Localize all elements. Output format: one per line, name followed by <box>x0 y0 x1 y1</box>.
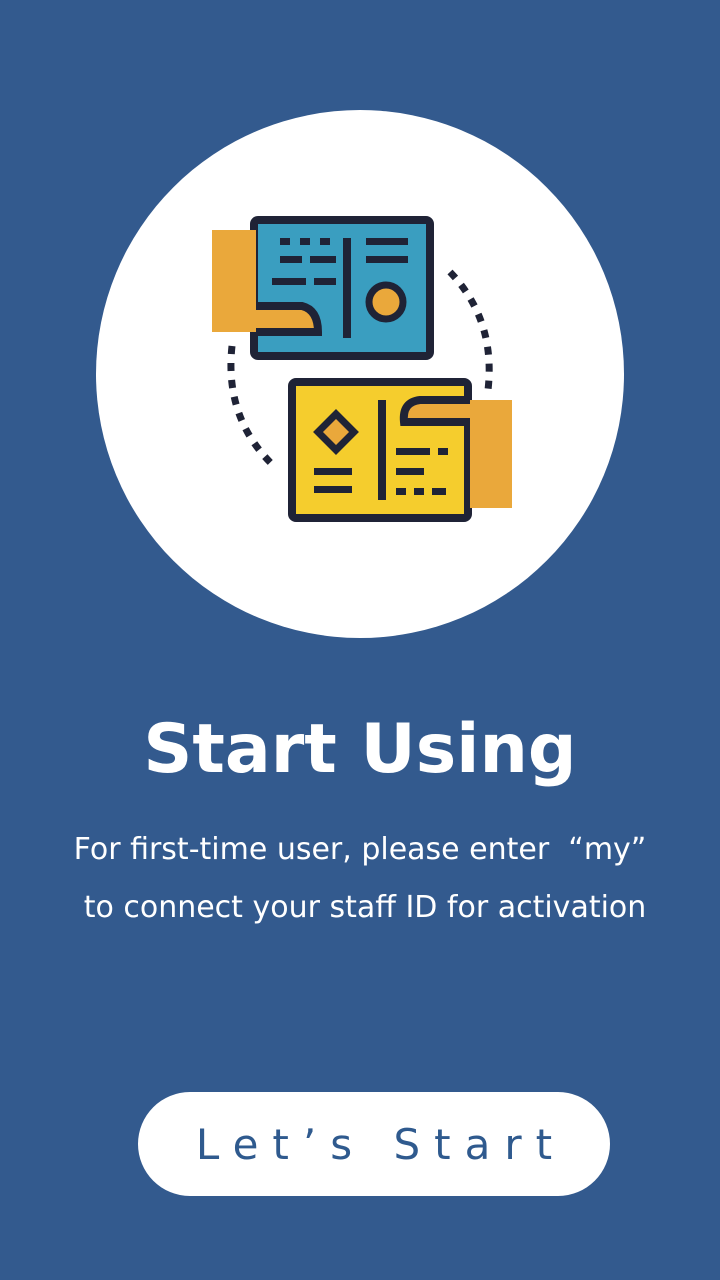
description-line-1: For first-time user, please enter “my” <box>73 832 647 867</box>
yellow-id-card <box>288 378 512 522</box>
lets-start-button[interactable]: Let’s Start <box>138 1092 610 1196</box>
exchange-arc-left <box>227 345 279 471</box>
exchange-arc-right <box>447 269 493 391</box>
page-title: Start Using <box>143 710 577 789</box>
start-screen: Start Using For first-time user, please … <box>0 0 720 1280</box>
id-card-exchange-icon <box>212 216 512 522</box>
description-line-2: to connect your staff ID for activation <box>83 890 647 925</box>
lets-start-label: Let’s Start <box>195 1119 567 1169</box>
blue-id-card <box>212 216 434 360</box>
